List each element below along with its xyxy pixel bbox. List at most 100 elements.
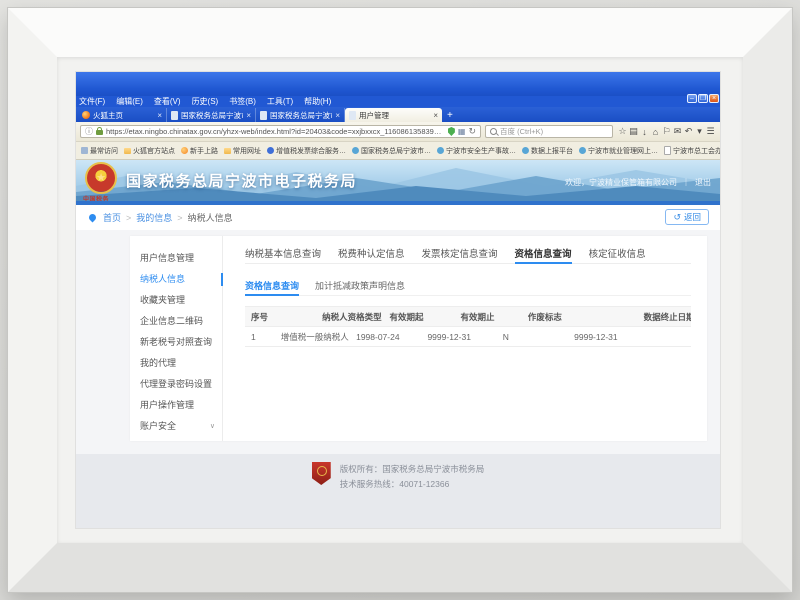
tax-emblem-logo: ★	[85, 162, 117, 194]
sidebar-item[interactable]: 纳税人信息	[130, 269, 222, 290]
pocket-icon[interactable]: ⚐	[661, 126, 672, 137]
tab-label: 国家税务总局宁波市电子税务局	[270, 110, 332, 121]
cell-data-end-date: 9999-12-31	[568, 332, 691, 342]
tab-close-icon[interactable]: ×	[335, 111, 340, 120]
menu-item[interactable]: 历史(S)	[192, 96, 219, 107]
sidebar-item[interactable]: 新老税号对照查询	[130, 332, 222, 353]
sidebar-item[interactable]: 账户安全 ∨	[130, 416, 222, 437]
main-tab[interactable]: 税费种认定信息	[338, 246, 405, 263]
bookmark-item[interactable]: 宁波市就业管理网上…	[579, 146, 658, 156]
maximize-button[interactable]: ❐	[698, 94, 708, 103]
bookmark-list: 最常访问 火狐官方站点 新手上路 常用网址 增值税发票综合服务… 国家税务总局宁…	[81, 146, 720, 156]
menu-item[interactable]: 工具(T)	[267, 96, 293, 107]
main-tab[interactable]: 核定征收信息	[589, 246, 646, 263]
bookmark-label: 最常访问	[90, 146, 118, 156]
browser-tab[interactable]: 国家税务总局宁波市电子税务局 ×	[167, 108, 256, 122]
bookmark-item[interactable]: 增值税发票综合服务…	[267, 146, 346, 156]
cell-void-flag: N	[497, 332, 568, 342]
back-button[interactable]: ↺ 返回	[665, 209, 709, 225]
bookmark-favicon	[81, 147, 88, 154]
sidebar-item-label: 账户安全	[140, 416, 210, 437]
qr-grid-icon[interactable]: ▦	[458, 127, 466, 136]
sidebar-item-label: 我的代理	[140, 353, 215, 374]
main-tab[interactable]: 资格信息查询	[515, 246, 572, 263]
breadcrumb-item[interactable]: 纳税人信息	[177, 211, 232, 224]
sidebar-item-label: 代理登录密码设置	[140, 374, 215, 395]
overflow-caret-icon[interactable]: ▾	[694, 126, 705, 137]
breadcrumb-item[interactable]: 首页	[103, 211, 121, 224]
sidebar: 用户信息管理 纳税人信息 收藏夹管理 企业信息二维码 新老税号对照查询	[130, 236, 223, 441]
bookmark-item[interactable]: 新手上路	[181, 146, 218, 156]
bookmark-favicon	[522, 147, 529, 154]
browser-window: – ❐ × 文件(F) 编辑(E) 查看(V) 历史(S) 书签(B) 工具(T) 帮助(H…	[76, 72, 720, 528]
sub-tab[interactable]: 资格信息查询	[245, 279, 299, 295]
main-tab[interactable]: 纳税基本信息查询	[245, 246, 321, 263]
bookmark-item[interactable]: 宁波市总工会办公会…	[664, 146, 720, 156]
site-info-icon[interactable]: ⓘ	[85, 126, 93, 137]
bookmark-star-icon[interactable]: ☆	[617, 126, 628, 137]
bookmark-favicon	[224, 148, 231, 154]
back-button-label: 返回	[684, 211, 701, 223]
breadcrumb-row: 首页我的信息纳税人信息 ↺ 返回	[76, 205, 720, 230]
bookmark-favicon	[664, 146, 671, 155]
library-icon[interactable]: ▤	[628, 126, 639, 137]
lock-icon	[96, 130, 103, 135]
sync-icon[interactable]: ↶	[683, 126, 694, 137]
bookmark-item[interactable]: 火狐官方站点	[124, 146, 175, 156]
bookmark-favicon	[124, 148, 131, 154]
sidebar-item-label: 新老税号对照查询	[140, 332, 215, 353]
protection-shield-icon[interactable]	[448, 127, 455, 136]
bookmark-item[interactable]: 国家税务总局宁波市…	[352, 146, 431, 156]
menu-item[interactable]: 帮助(H)	[304, 96, 331, 107]
bookmark-label: 火狐官方站点	[133, 146, 175, 156]
new-tab-button[interactable]: +	[447, 110, 453, 121]
minimize-button[interactable]: –	[687, 94, 697, 103]
bookmark-item[interactable]: 常用网址	[224, 146, 261, 156]
sidebar-item[interactable]: 收藏夹管理	[130, 290, 222, 311]
logout-link[interactable]: 退出	[695, 177, 711, 188]
sidebar-item[interactable]: 企业信息二维码	[130, 311, 222, 332]
downloads-icon[interactable]: ↓	[639, 127, 650, 137]
menu-item[interactable]: 书签(B)	[229, 96, 256, 107]
home-icon[interactable]: ⌂	[650, 127, 661, 137]
sidebar-item-label: 纳税人信息	[140, 269, 215, 290]
menu-item[interactable]: 查看(V)	[154, 96, 181, 107]
url-text[interactable]: https://etax.ningbo.chinatax.gov.cn/yhzx…	[106, 127, 445, 136]
table-header-row: 序号纳税人资格类型有效期起有效期止作废标志数据终止日期	[245, 306, 691, 327]
sidebar-item[interactable]: 用户信息管理	[130, 248, 222, 269]
bookmark-label: 新手上路	[190, 146, 218, 156]
back-arrow-icon: ↺	[673, 212, 681, 223]
bookmark-item[interactable]: 宁波市安全生产事故…	[437, 146, 516, 156]
tab-close-icon[interactable]: ×	[246, 111, 251, 120]
sidebar-item-label: 收藏夹管理	[140, 290, 215, 311]
url-bar[interactable]: ⓘ https://etax.ningbo.chinatax.gov.cn/yh…	[80, 125, 481, 138]
window-titlebar	[76, 72, 720, 96]
menu-item[interactable]: 编辑(E)	[116, 96, 143, 107]
bookmark-item[interactable]: 最常访问	[81, 146, 118, 156]
cell-seq: 1	[245, 332, 275, 342]
close-button[interactable]: ×	[709, 94, 719, 103]
search-input[interactable]: 百度 (Ctrl+K)	[485, 125, 613, 138]
table-header-cell: 作废标志	[522, 311, 638, 323]
welcome-text: 欢迎，宁波精业保管箱有限公司	[565, 177, 677, 188]
sidebar-item[interactable]: 代理登录密码设置	[130, 374, 222, 395]
browser-tab[interactable]: 国家税务总局宁波市电子税务局 ×	[256, 108, 345, 122]
content-card: 用户信息管理 纳税人信息 收藏夹管理 企业信息二维码 新老税号对照查询	[130, 236, 707, 441]
breadcrumb-item[interactable]: 我的信息	[126, 211, 172, 224]
browser-tab[interactable]: 用户管理 ×	[345, 108, 442, 122]
browser-tab[interactable]: 火狐主页 ×	[78, 108, 167, 122]
sub-tab[interactable]: 加计抵减政策声明信息	[315, 279, 405, 295]
main-tab[interactable]: 发票核定信息查询	[422, 246, 498, 263]
tab-favicon	[260, 111, 267, 120]
tab-close-icon[interactable]: ×	[433, 111, 438, 120]
sidebar-item-label: 用户操作管理	[140, 395, 215, 416]
messages-icon[interactable]: ✉	[672, 126, 683, 137]
hotline-line: 技术服务热线：40071-12366	[340, 477, 485, 492]
sidebar-item[interactable]: 我的代理	[130, 353, 222, 374]
tab-close-icon[interactable]: ×	[157, 111, 162, 120]
sidebar-item[interactable]: 用户操作管理	[130, 395, 222, 416]
reload-icon[interactable]: ↻	[468, 126, 476, 137]
bookmark-item[interactable]: 数据上报平台	[522, 146, 573, 156]
menu-item[interactable]: 文件(F)	[79, 96, 105, 107]
menu-icon[interactable]: ☰	[705, 126, 716, 137]
